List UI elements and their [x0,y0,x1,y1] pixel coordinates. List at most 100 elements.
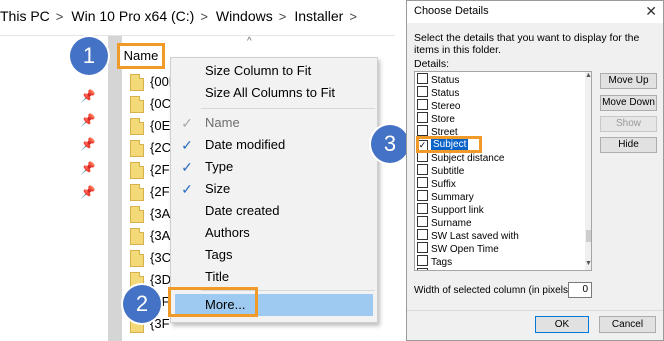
menu-item-size-all-columns-to-fit[interactable]: Size All Columns to Fit [171,82,377,104]
checkbox[interactable] [417,112,428,123]
detail-label: Status [431,88,460,99]
menu-item-label: Size All Columns to Fit [205,85,336,100]
checkbox[interactable] [417,268,428,270]
detail-label: Subject distance [431,153,505,164]
scroll-up-icon[interactable]: ▲ [585,72,591,79]
checkbox[interactable] [417,216,428,227]
breadcrumb-windows[interactable]: Windows [216,8,273,24]
detail-item-sw-open-time[interactable]: SW Open Time [417,242,577,255]
scroll-down-icon[interactable]: ▼ [585,260,591,267]
details-scrollbar[interactable]: ▲ ▼ [585,72,591,270]
move-down-button[interactable]: Move Down [600,95,657,111]
detail-item-subtitle[interactable]: Subtitle [417,164,577,177]
menu-item-label: Title [205,269,230,284]
checkbox[interactable] [417,86,428,97]
breadcrumb-divider [0,35,395,36]
detail-label: Surname [431,218,472,229]
step-callout-1: 1 [70,37,108,75]
checkbox[interactable] [417,255,428,266]
breadcrumb-separator-icon: > [278,9,287,24]
hide-button[interactable]: Hide [600,137,657,153]
breadcrumb-installer[interactable]: Installer [294,8,343,24]
pin-icon[interactable]: 📌 [80,113,96,129]
detail-item-surname[interactable]: Surname [417,216,577,229]
detail-label: SW Last saved with [431,231,519,242]
pin-icon[interactable]: 📌 [80,137,96,153]
detail-item-stereo[interactable]: Stereo [417,99,577,112]
sort-ascending-icon: ^ [247,36,252,47]
checkbox[interactable] [417,177,428,188]
dialog-titlebar: Choose Details ✕ [407,1,663,23]
show-button[interactable]: Show [600,116,657,132]
menu-item-type[interactable]: ✓ Type [171,156,377,178]
file-icon [130,74,144,92]
list-scroll-edge [108,36,122,341]
step-callout-2: 2 [123,285,161,323]
menu-item-tags[interactable]: Tags [171,244,377,266]
name-column-header[interactable]: Name [117,43,165,69]
check-icon: ✓ [181,115,193,131]
file-icon [130,96,144,114]
menu-item-label: Date created [205,203,280,218]
menu-item-label: Authors [205,225,250,240]
detail-item-summary[interactable]: Summary [417,190,577,203]
column-width-input[interactable]: 0 [568,282,592,298]
menu-item-date-modified[interactable]: ✓ Date modified [171,134,377,156]
ok-button[interactable]: OK [535,316,589,333]
detail-item-status[interactable]: Status [417,73,577,86]
detail-label: Suffix [431,179,456,190]
detail-item-support-link[interactable]: Support link [417,203,577,216]
details-label: Details: [414,58,450,70]
pin-icon[interactable]: 📌 [80,161,96,177]
pin-icon[interactable]: 📌 [80,89,96,105]
checkbox[interactable] [417,73,428,84]
file-icon [130,206,144,224]
checkbox[interactable] [417,125,428,136]
detail-item-tags[interactable]: Tags [417,255,577,268]
file-name: {2C [150,140,171,155]
menu-item-date-created[interactable]: Date created [171,200,377,222]
menu-item-size-column-to-fit[interactable]: Size Column to Fit [171,60,377,82]
checkbox[interactable] [417,99,428,110]
more-highlight-outline [168,287,258,317]
detail-label: Subtitle [431,166,465,177]
pin-icon[interactable]: 📌 [80,185,96,201]
detail-item-suffix[interactable]: Suffix [417,177,577,190]
menu-item-label: Tags [205,247,233,262]
breadcrumb-this-pc[interactable]: This PC [0,8,50,24]
checkbox[interactable] [417,242,428,253]
menu-item-size[interactable]: ✓ Size [171,178,377,200]
detail-item-sw-last-saved-with[interactable]: SW Last saved with [417,229,577,242]
detail-item-status[interactable]: Status [417,86,577,99]
checkbox[interactable] [417,203,428,214]
breadcrumb-drive[interactable]: Win 10 Pro x64 (C:) [71,8,194,24]
breadcrumb-separator-icon: > [200,9,208,24]
file-name: {3A [150,206,171,221]
detail-item-store[interactable]: Store [417,112,577,125]
menu-item-title[interactable]: Title [171,266,377,288]
menu-item-authors[interactable]: Authors [171,222,377,244]
file-icon [130,118,144,136]
scroll-thumb[interactable] [586,230,591,242]
file-icon [130,250,144,268]
menu-item-label: Date modified [205,137,286,152]
detail-item-partial[interactable] [417,268,577,270]
check-icon: ✓ [181,159,193,175]
menu-item-label: Size [205,181,231,196]
details-list[interactable]: Status Status Stereo Store Street ✓ Subje… [414,71,592,271]
file-icon [130,184,144,202]
checkbox[interactable] [417,190,428,201]
file-icon [130,162,144,180]
detail-label: Support link [431,205,484,216]
detail-label: Tags [431,257,453,268]
cancel-button[interactable]: Cancel [599,316,656,333]
close-icon[interactable]: ✕ [645,3,657,20]
dialog-description: Select the details that you want to disp… [414,32,640,56]
breadcrumb-separator-icon: > [55,9,64,24]
checkbox[interactable] [417,164,428,175]
checkbox[interactable] [417,229,428,240]
menu-item-label: Size Column to Fit [205,63,312,78]
check-icon: ✓ [181,137,193,153]
move-up-button[interactable]: Move Up [600,73,657,89]
dialog-title: Choose Details [414,5,489,17]
